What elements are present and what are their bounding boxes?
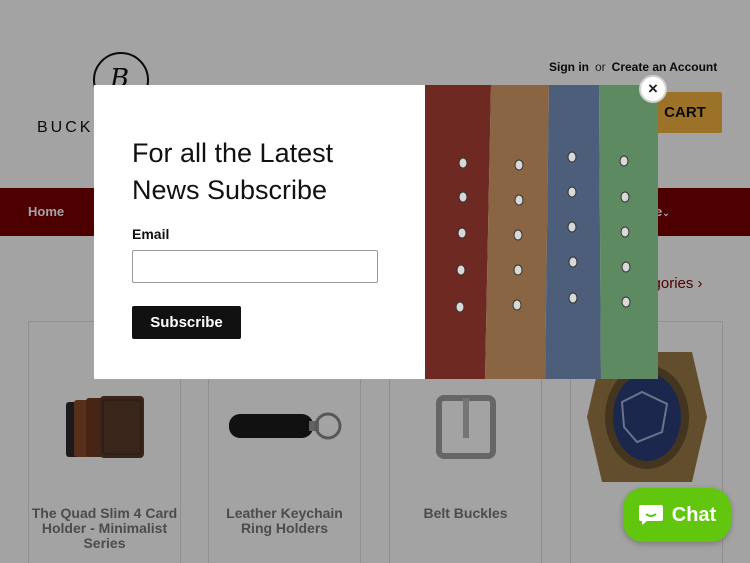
close-popup-button[interactable]: × [639,75,667,103]
chat-button[interactable]: Chat [623,488,731,542]
chat-bubble-icon [638,505,663,525]
email-field[interactable] [132,250,378,283]
close-icon: × [648,79,658,98]
email-label: Email [132,226,170,242]
chat-label: Chat [671,503,717,526]
popup-title: For all the Latest News Subscribe [132,138,334,205]
subscribe-button[interactable]: Subscribe [132,306,241,339]
belts-image [425,85,658,379]
newsletter-popup: For all the Latest News Subscribe Email … [94,85,658,379]
